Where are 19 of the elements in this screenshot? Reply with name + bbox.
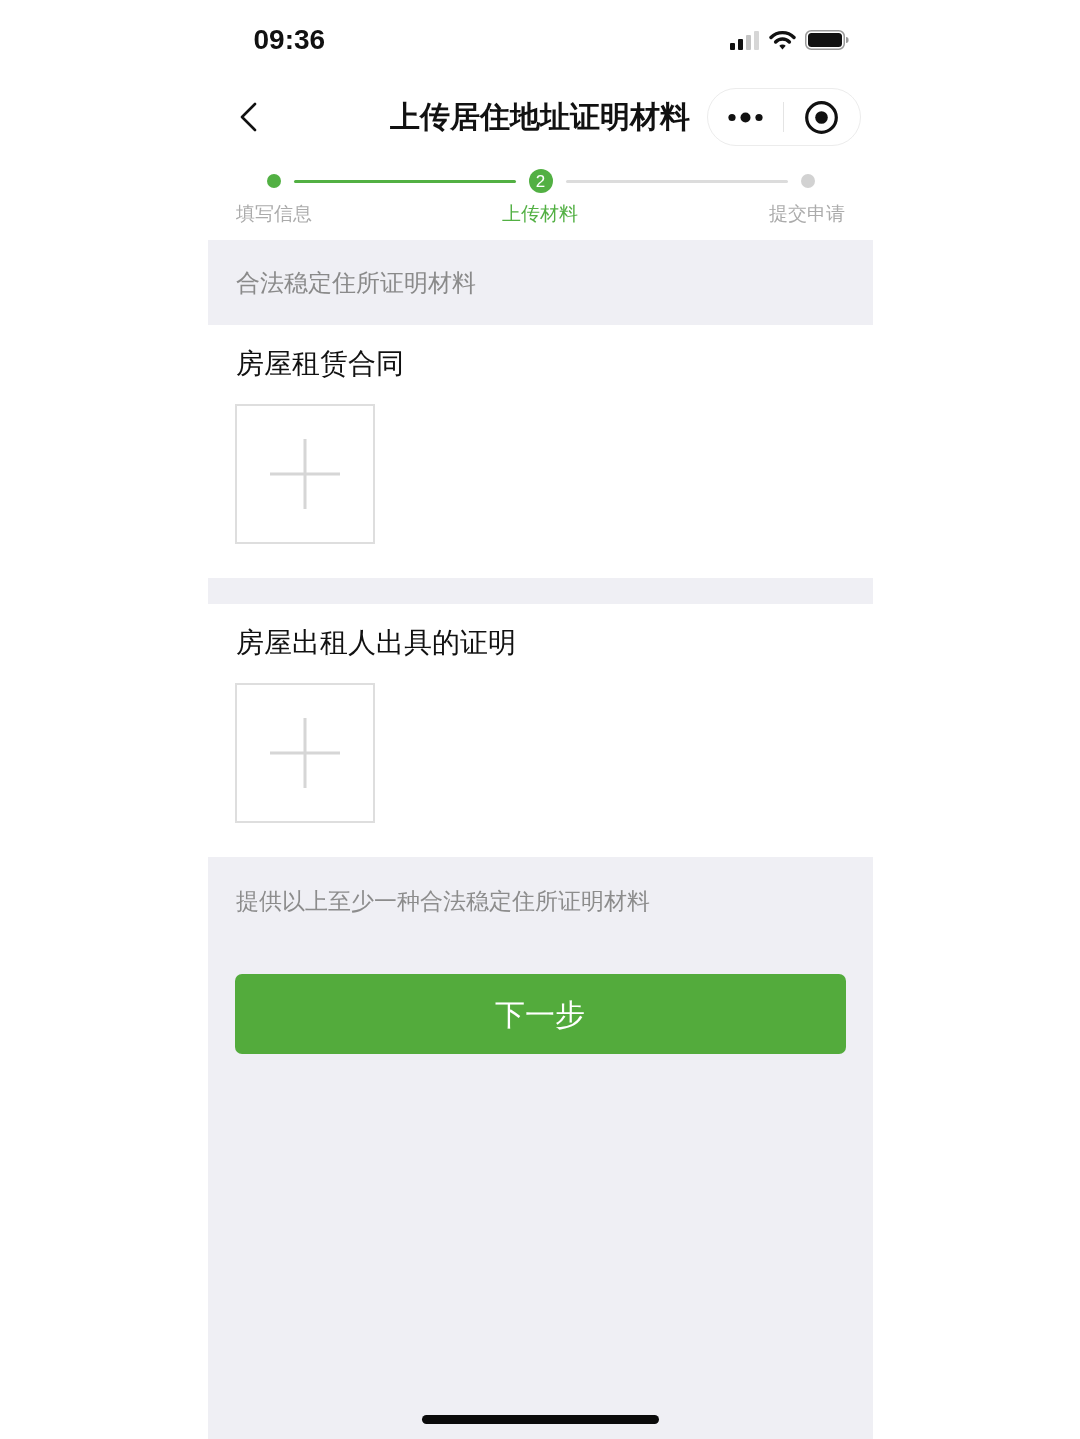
next-button[interactable]: 下一步 [234, 974, 846, 1054]
battery-icon [804, 30, 849, 50]
upload-title: 房屋租赁合同 [234, 350, 404, 378]
step-label: 提交申请 [768, 202, 845, 226]
plus-icon [269, 718, 340, 788]
status-time: 09:36 [253, 26, 326, 54]
step-number: 2 [528, 169, 553, 193]
plus-icon [269, 439, 340, 509]
signal-icon [729, 30, 760, 50]
back-chevron-icon [238, 102, 257, 132]
page-title: 上传居住地址证明材料 [390, 102, 690, 132]
wifi-icon [768, 30, 796, 50]
circle-dot-icon [805, 100, 839, 134]
hint-text: 提供以上至少一种合法稳定住所证明材料 [234, 890, 650, 913]
step-label: 上传材料 [502, 202, 578, 226]
more-icon [727, 111, 763, 123]
step-label: 填写信息 [235, 202, 312, 226]
upload-title: 房屋出租人出具的证明 [234, 629, 516, 657]
section-heading: 合法稳定住所证明材料 [235, 270, 476, 295]
